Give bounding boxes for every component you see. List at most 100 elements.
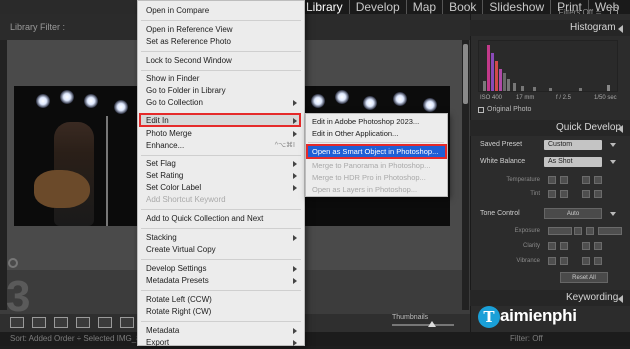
stage-light	[423, 98, 437, 112]
left-scrollbar[interactable]	[0, 40, 7, 310]
menu-item-metadata[interactable]: Metadata	[146, 325, 301, 337]
menu-item-lock-to-second-window[interactable]: Lock to Second Window	[146, 55, 301, 67]
histogram-bar	[521, 86, 524, 91]
tone-control-label: Tone Control	[480, 210, 520, 217]
module-map[interactable]: Map	[405, 0, 442, 14]
collapse-triangle-icon[interactable]	[618, 25, 623, 33]
original-photo-label: Original Photo	[487, 106, 532, 113]
thumbnail-slider-knob[interactable]	[428, 321, 436, 327]
guitar	[34, 170, 90, 208]
temperature-step-button[interactable]	[548, 176, 556, 184]
menu-item-go-to-collection[interactable]: Go to Collection	[146, 97, 301, 109]
survey-view-icon[interactable]	[76, 317, 90, 328]
focal-info: 17 mm	[516, 95, 535, 101]
exposure-step-button[interactable]	[598, 227, 622, 235]
clarity-step-button[interactable]	[594, 242, 602, 250]
menu-separator	[141, 321, 301, 322]
reset-all-button[interactable]: Reset All	[560, 272, 608, 283]
histogram-bar	[495, 61, 498, 91]
menu-item-set-flag[interactable]: Set Flag	[146, 158, 301, 170]
loupe-view-icon[interactable]	[32, 317, 46, 328]
module-library[interactable]: Library	[300, 0, 349, 14]
compare-view-icon[interactable]	[54, 317, 68, 328]
expand-triangle-icon[interactable]	[610, 143, 616, 147]
histogram	[478, 40, 618, 92]
menu-item-export[interactable]: Export	[146, 337, 301, 349]
saved-preset-select[interactable]: Custom	[544, 140, 602, 150]
submenu-item-edit-in-photoshop[interactable]: Edit in Adobe Photoshop 2023...	[312, 116, 444, 128]
menu-item-open-in-compare[interactable]: Open in Compare	[146, 5, 301, 17]
tint-step-button[interactable]	[560, 190, 568, 198]
temperature-step-button[interactable]	[560, 176, 568, 184]
menu-item-create-virtual-copy[interactable]: Create Virtual Copy	[146, 244, 301, 256]
auto-tone-button[interactable]: Auto	[544, 208, 602, 219]
grid-view-icon[interactable]	[10, 317, 24, 328]
exposure-step-button[interactable]	[574, 227, 582, 235]
people-view-icon[interactable]	[98, 317, 112, 328]
module-develop[interactable]: Develop	[348, 0, 406, 14]
clarity-step-button[interactable]	[548, 242, 556, 250]
tint-step-button[interactable]	[548, 190, 556, 198]
vibrance-step-button[interactable]	[548, 257, 556, 265]
menu-item-go-to-folder-in-library[interactable]: Go to Folder in Library	[146, 85, 301, 97]
exposure-label: Exposure	[514, 228, 540, 234]
menu-item-rotate-right[interactable]: Rotate Right (CW)	[146, 306, 301, 318]
thumbnail-size-slider[interactable]	[392, 324, 454, 326]
menu-item-metadata-presets[interactable]: Metadata Presets	[146, 275, 301, 287]
tint-step-button[interactable]	[594, 190, 602, 198]
exposure-step-button[interactable]	[586, 227, 594, 235]
menu-item-add-to-quick-collection[interactable]: Add to Quick Collection and Next	[146, 213, 301, 225]
menu-separator	[141, 228, 301, 229]
stage-light	[393, 92, 407, 106]
menu-item-develop-settings[interactable]: Develop Settings	[146, 263, 301, 275]
menu-item-enhance[interactable]: Enhance... ^⌥⌘I	[146, 140, 301, 152]
histogram-bar	[513, 83, 516, 91]
stage-light	[335, 90, 349, 104]
submenu-item-edit-in-other-application[interactable]: Edit in Other Application...	[312, 128, 444, 140]
submenu-separator	[308, 142, 444, 143]
clarity-step-button[interactable]	[560, 242, 568, 250]
vibrance-step-button[interactable]	[582, 257, 590, 265]
module-slideshow[interactable]: Slideshow	[482, 0, 550, 14]
grid-scrollbar-thumb[interactable]	[463, 44, 468, 104]
photo-thumbnail-selected[interactable]	[14, 86, 138, 226]
submenu-arrow-icon	[293, 235, 297, 241]
menu-item-set-rating[interactable]: Set Rating	[146, 170, 301, 182]
collapse-triangle-icon[interactable]	[618, 295, 623, 303]
watermark-text: aimienphi	[500, 306, 577, 325]
collapse-triangle-icon[interactable]	[618, 125, 623, 133]
aperture-info: f / 2.5	[556, 95, 572, 101]
menu-item-label: Metadata Presets	[146, 276, 209, 285]
original-photo-checkbox[interactable]	[478, 107, 484, 113]
menu-separator	[141, 51, 301, 52]
rotate-icon[interactable]	[8, 258, 18, 268]
menu-item-show-in-finder[interactable]: Show in Finder	[146, 73, 301, 85]
module-book[interactable]: Book	[442, 0, 482, 14]
expand-triangle-icon[interactable]	[610, 212, 616, 216]
white-balance-select[interactable]: As Shot	[544, 157, 602, 167]
menu-item-stacking[interactable]: Stacking	[146, 232, 301, 244]
menu-item-set-as-reference-photo[interactable]: Set as Reference Photo	[146, 36, 301, 48]
vibrance-step-button[interactable]	[560, 257, 568, 265]
expand-triangle-icon[interactable]	[610, 160, 616, 164]
clarity-step-button[interactable]	[582, 242, 590, 250]
sort-icon[interactable]	[120, 317, 134, 328]
menu-item-label: Metadata	[146, 326, 180, 335]
histogram-bar	[491, 53, 494, 91]
menu-item-edit-in[interactable]: Edit In	[146, 115, 301, 127]
submenu-item-open-as-smart-object[interactable]: Open as Smart Object in Photoshop...	[312, 146, 444, 157]
menu-item-rotate-left[interactable]: Rotate Left (CCW)	[146, 294, 301, 306]
menu-item-open-in-reference-view[interactable]: Open in Reference View	[146, 24, 301, 36]
menu-item-label: Photo Merge	[146, 129, 192, 138]
vibrance-step-button[interactable]	[594, 257, 602, 265]
temperature-step-button[interactable]	[594, 176, 602, 184]
temperature-step-button[interactable]	[582, 176, 590, 184]
submenu-arrow-icon	[293, 118, 297, 124]
menu-item-photo-merge[interactable]: Photo Merge	[146, 128, 301, 140]
menu-item-set-color-label[interactable]: Set Color Label	[146, 182, 301, 194]
tint-step-button[interactable]	[582, 190, 590, 198]
status-filter[interactable]: Filter: Off	[510, 334, 543, 343]
exposure-step-button[interactable]	[548, 227, 572, 235]
submenu-arrow-icon	[293, 173, 297, 179]
menu-item-label: Stacking	[146, 233, 177, 242]
